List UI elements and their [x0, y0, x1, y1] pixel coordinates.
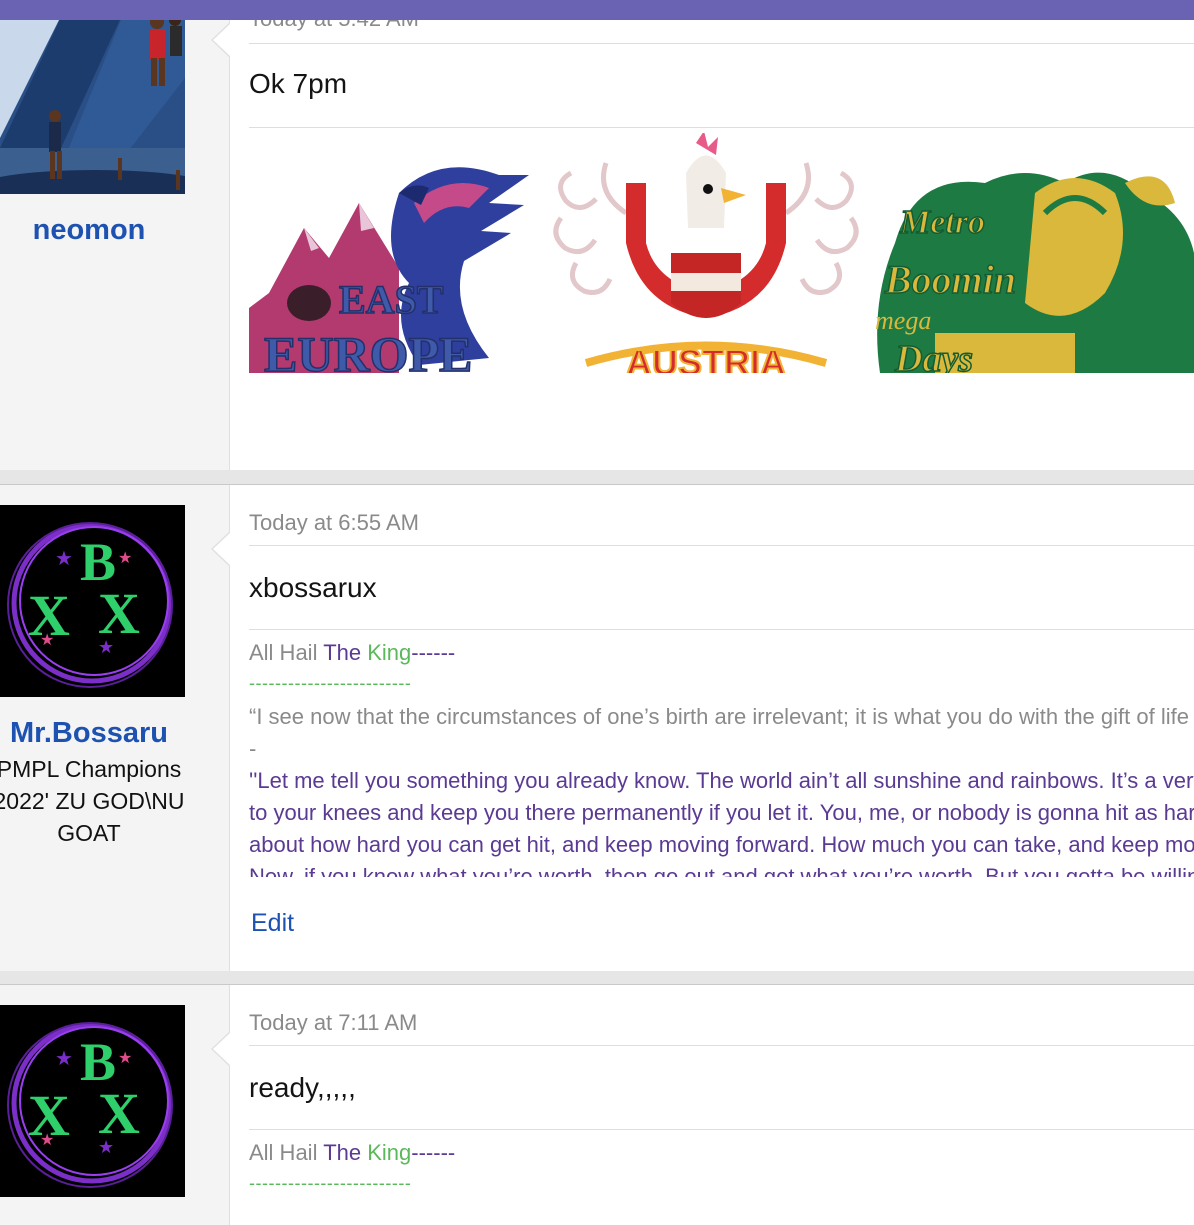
signature-prefix: All Hail	[249, 1140, 324, 1165]
sticker-label: AUSTRIA	[626, 342, 786, 373]
star-icon: ★	[98, 1137, 114, 1157]
xbx-avatar-image: B X X ★ ★ ★ ★	[0, 1005, 185, 1197]
signature-prefix: All Hail	[249, 640, 324, 665]
star-icon: ★	[118, 1050, 132, 1067]
quote-line: to your knees and keep you there permane…	[249, 800, 1194, 825]
divider	[249, 1045, 1194, 1046]
star-icon: ★	[55, 548, 73, 570]
divider	[249, 43, 1194, 44]
star-icon: ★	[40, 1132, 54, 1149]
signature-quote-1: “I see now that the circumstances of one…	[249, 704, 1194, 729]
speech-notch	[211, 1031, 231, 1067]
user-title: PMPL Champions	[0, 756, 182, 782]
speech-notch	[211, 22, 231, 58]
star-icon: ★	[55, 1048, 73, 1070]
user-info-panel: neomon	[0, 0, 230, 470]
sticker-east-europe[interactable]: EAST EUROPE	[249, 133, 539, 373]
sticker-austria[interactable]: AUSTRIA	[546, 133, 866, 373]
east-europe-logo-image: EAST EUROPE	[249, 167, 529, 373]
message-text: Ok 7pm	[249, 68, 348, 99]
edit-link[interactable]: Edit	[251, 909, 294, 938]
basketball-avatar-image	[0, 0, 185, 194]
post-mr-bossaru: B X X ★ ★ ★ ★ Mr.Bossaru PMPL Champions …	[0, 484, 1194, 971]
austria-logo-image: AUSTRIA	[553, 133, 859, 373]
metro-boomin-logo-image: Metro Boomin mega Days	[875, 172, 1194, 373]
top-nav-bar	[0, 0, 1194, 20]
sticker-line-2: Boomin	[884, 257, 1016, 302]
sticker-metro-boomin[interactable]: Metro Boomin mega Days	[875, 133, 1194, 373]
sticker-label-bottom: EUROPE	[264, 326, 472, 373]
star-icon: ★	[118, 550, 132, 567]
message-panel: Today at 7:11 AM ready,,,,, All Hail The…	[211, 985, 1194, 1225]
star-icon: ★	[98, 637, 114, 657]
sticker-label-top: EAST	[339, 277, 444, 322]
post-mr-bossaru-2: B X X ★ ★ ★ ★ Today at 7:11 AM ready,,,,…	[0, 984, 1194, 1225]
signature-heading: All Hail The King------	[249, 1140, 455, 1166]
signature-the: The	[323, 640, 362, 665]
quote-line: ''Let me tell you something you already …	[249, 768, 1194, 793]
message-panel: Today at 5:42 AM Ok 7pm EAST EUROPE	[211, 0, 1194, 470]
signature-quote-separator: -	[249, 736, 257, 761]
divider	[249, 1129, 1194, 1130]
sticker-line-1: Metro	[899, 204, 985, 241]
post-timestamp[interactable]: Today at 7:11 AM	[249, 1010, 417, 1036]
signature-king: King	[367, 640, 412, 665]
post-neomon: neomon Today at 5:42 AM Ok 7pm EAST EURO…	[0, 0, 1194, 470]
post-timestamp[interactable]: Today at 6:55 AM	[249, 510, 419, 536]
divider	[249, 127, 1194, 128]
message-text: ready,,,,,	[249, 1072, 356, 1103]
quote-line: about how hard you can get hit, and keep…	[249, 832, 1194, 857]
user-title: GOAT	[57, 820, 121, 846]
signature-the: The	[323, 1140, 362, 1165]
divider	[249, 545, 1194, 546]
message-text: xbossarux	[249, 572, 377, 603]
divider	[249, 629, 1194, 630]
signature-dashes-long: -------------------------	[249, 1173, 412, 1193]
sticker-line-4: Days	[894, 338, 973, 373]
xbx-avatar-image: B X X ★ ★ ★ ★	[0, 505, 185, 697]
user-info-panel: B X X ★ ★ ★ ★ Mr.Bossaru PMPL Champions …	[0, 485, 230, 971]
quote-line: Now, if you know what you’re worth, then…	[249, 864, 1194, 877]
user-info-panel: B X X ★ ★ ★ ★	[0, 985, 230, 1225]
avatar[interactable]: B X X ★ ★ ★ ★	[0, 1005, 185, 1197]
star-icon: ★	[40, 632, 54, 649]
message-panel: Today at 6:55 AM xbossarux All Hail The …	[211, 485, 1194, 971]
signature-quote-2: ''Let me tell you something you already …	[230, 765, 1194, 877]
username[interactable]: Mr.Bossaru	[0, 717, 178, 750]
signature-dashes-long: -------------------------	[249, 673, 412, 693]
user-title: 2022' ZU GOD\NU	[0, 788, 185, 814]
signature-king: King	[367, 1140, 412, 1165]
avatar[interactable]: B X X ★ ★ ★ ★	[0, 505, 185, 697]
sticker-line-3: mega	[875, 306, 931, 335]
speech-notch	[211, 531, 231, 567]
signature-dashes: ------	[411, 1140, 456, 1165]
username[interactable]: neomon	[0, 214, 178, 247]
signature-dashes: ------	[411, 640, 456, 665]
signature-heading: All Hail The King------	[249, 640, 455, 666]
avatar[interactable]	[0, 0, 185, 194]
